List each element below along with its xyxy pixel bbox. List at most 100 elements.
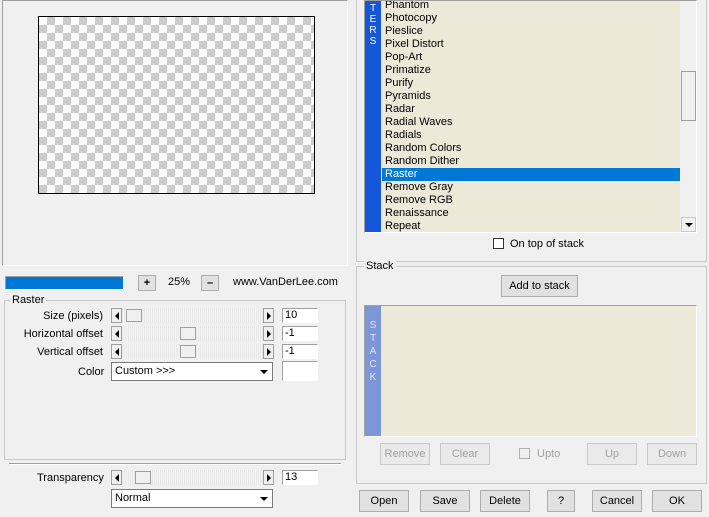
slider-thumb[interactable] — [135, 471, 151, 484]
filter-item[interactable]: Random Colors — [382, 142, 680, 155]
on-top-label: On top of stack — [510, 238, 584, 250]
filter-item[interactable]: Photocopy — [382, 12, 680, 25]
upto-label: Upto — [537, 448, 561, 460]
scrollbar-thumb[interactable] — [681, 71, 696, 121]
slider-right-arrow-icon[interactable] — [263, 326, 274, 341]
transparency-slider[interactable] — [111, 470, 274, 485]
stack-group-title: Stack — [364, 260, 396, 272]
raster-group-title: Raster — [10, 294, 47, 306]
add-to-stack-button[interactable]: Add to stack — [501, 275, 578, 297]
slider-left-arrow-icon[interactable] — [111, 326, 122, 341]
stack-side-letter: A — [369, 346, 377, 357]
filter-item[interactable]: Pyramids — [382, 90, 680, 103]
chevron-down-icon — [256, 364, 271, 379]
color-select-value: Custom >>> — [115, 365, 176, 377]
filter-list-box: TERS Phantom Photocopy Pieslice Pixel Disto… — [364, 0, 697, 233]
stack-side-letter: C — [369, 359, 377, 370]
color-swatch[interactable] — [282, 361, 318, 381]
blend-mode-value: Normal — [115, 492, 151, 504]
param-label: Horizontal offset — [23, 328, 103, 340]
filter-item[interactable]: Pop-Art — [382, 51, 680, 64]
stack-side-letter: S — [369, 320, 377, 331]
stack-side-letter: T — [369, 333, 377, 344]
chevron-down-icon — [684, 222, 693, 227]
filter-list: Phantom Photocopy Pieslice Pixel Distort Pop… — [382, 1, 680, 232]
blend-mode-select[interactable]: Normal — [111, 489, 273, 508]
chevron-down-icon — [256, 491, 271, 506]
filter-item[interactable]: Raster — [382, 168, 680, 181]
filter-item[interactable]: Primatize — [382, 64, 680, 77]
clear-button[interactable]: Clear — [440, 443, 490, 465]
color-select[interactable]: Custom >>> — [111, 362, 273, 381]
progress-fill — [6, 277, 123, 289]
up-button[interactable]: Up — [587, 443, 637, 465]
slider-track[interactable] — [122, 344, 263, 359]
zoom-out-button[interactable]: – — [201, 275, 219, 291]
cancel-button[interactable]: Cancel — [592, 490, 642, 512]
progress-bar — [5, 276, 124, 290]
filter-side-strip: TERS — [365, 1, 381, 232]
param-input[interactable]: 10 — [282, 308, 318, 323]
color-label: Color — [78, 366, 105, 378]
filter-item[interactable]: Renaissance — [382, 207, 680, 220]
filter-item[interactable]: Radar — [382, 103, 680, 116]
slider-thumb[interactable] — [180, 327, 196, 340]
filter-item[interactable]: Phantom — [382, 1, 680, 12]
transparency-input[interactable]: 13 — [282, 470, 318, 485]
filter-item[interactable]: Remove RGB — [382, 194, 680, 207]
param-input[interactable]: -1 — [282, 326, 318, 341]
slider-thumb[interactable] — [126, 309, 142, 322]
down-button[interactable]: Down — [647, 443, 697, 465]
preview-panel — [2, 0, 348, 266]
delete-button[interactable]: Delete — [480, 490, 530, 512]
filter-item[interactable]: Pixel Distort — [382, 38, 680, 51]
param-label: Size (pixels) — [43, 310, 103, 322]
filter-item[interactable]: Pieslice — [382, 25, 680, 38]
stack-side-strip: STACK — [365, 306, 381, 436]
zoom-in-button[interactable]: + — [138, 275, 156, 291]
param-slider[interactable] — [111, 344, 274, 359]
stack-list-box: STACK — [364, 305, 697, 437]
filter-item[interactable]: Random Dither — [382, 155, 680, 168]
slider-left-arrow-icon[interactable] — [111, 344, 122, 359]
filter-side-letter: E — [369, 14, 377, 25]
filter-item[interactable]: Repeat — [382, 220, 680, 232]
stack-side-label: STACK — [365, 306, 381, 384]
filter-item[interactable]: Purify — [382, 77, 680, 90]
slider-track[interactable] — [122, 470, 263, 485]
param-slider[interactable] — [111, 326, 274, 341]
filter-side-letter: T — [369, 3, 377, 14]
slider-track[interactable] — [122, 326, 263, 341]
slider-left-arrow-icon[interactable] — [111, 470, 122, 485]
on-top-checkbox[interactable] — [493, 238, 504, 249]
upto-checkbox[interactable] — [519, 448, 530, 459]
ok-button[interactable]: OK — [652, 490, 702, 512]
website-link[interactable]: www.VanDerLee.com — [233, 276, 338, 288]
save-button[interactable]: Save — [420, 490, 470, 512]
stack-side-letter: K — [369, 372, 377, 383]
filter-side-letter: R — [369, 25, 377, 36]
param-label: Vertical offset — [37, 346, 103, 358]
param-slider[interactable] — [111, 308, 274, 323]
slider-thumb[interactable] — [180, 345, 196, 358]
help-button[interactable]: ? — [547, 490, 575, 512]
preview-canvas[interactable] — [38, 16, 315, 194]
slider-left-arrow-icon[interactable] — [111, 308, 122, 323]
filter-side-letter: S — [369, 36, 377, 47]
slider-right-arrow-icon[interactable] — [263, 344, 274, 359]
filter-item[interactable]: Remove Gray — [382, 181, 680, 194]
filter-item[interactable]: Radial Waves — [382, 116, 680, 129]
slider-right-arrow-icon[interactable] — [263, 308, 274, 323]
scroll-down-button[interactable] — [681, 217, 696, 232]
slider-track[interactable] — [122, 308, 263, 323]
filter-scrollbar[interactable] — [680, 1, 696, 232]
divider — [9, 463, 341, 465]
remove-button[interactable]: Remove — [380, 443, 430, 465]
transparency-label: Transparency — [37, 472, 104, 484]
filter-item[interactable]: Radials — [382, 129, 680, 142]
filter-side-label: TERS — [365, 1, 381, 47]
param-input[interactable]: -1 — [282, 344, 318, 359]
open-button[interactable]: Open — [359, 490, 409, 512]
zoom-value: 25% — [168, 276, 191, 288]
slider-right-arrow-icon[interactable] — [263, 470, 274, 485]
